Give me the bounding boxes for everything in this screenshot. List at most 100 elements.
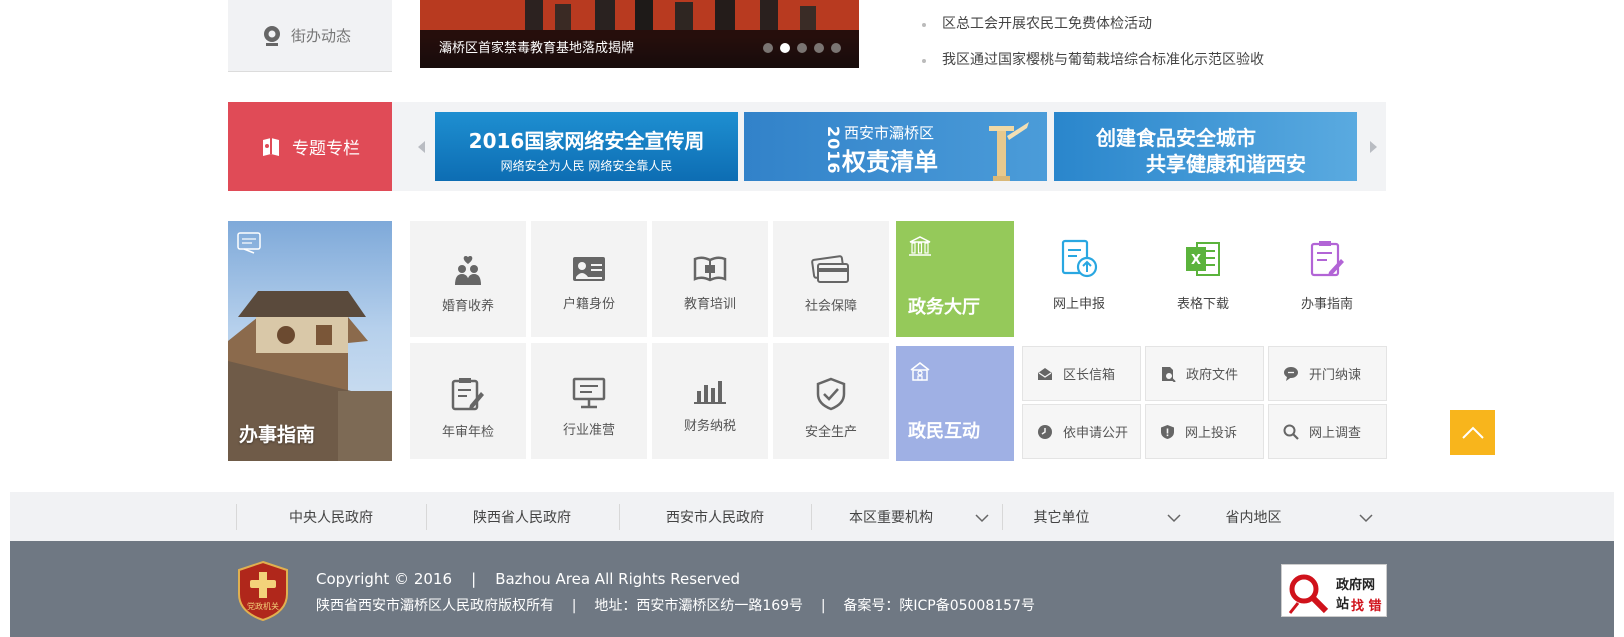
carousel-next-arrow-icon[interactable] bbox=[1370, 141, 1377, 153]
government-hall-tile[interactable]: 政务大厅 bbox=[896, 221, 1014, 337]
disclosure-on-request-link[interactable]: 依申请公开 bbox=[1022, 404, 1141, 459]
tile-household-identity[interactable]: 户籍身份 bbox=[531, 221, 647, 337]
chevron-down-icon[interactable] bbox=[975, 507, 989, 529]
footer-copyright: Copyright © 2016 | Bazhou Area All Right… bbox=[316, 570, 741, 588]
banner-title: 创建食品安全城市 bbox=[1096, 126, 1256, 150]
banner-cyber-security-week[interactable]: 2016国家网络安全宣传周 网络安全为人民 网络安全靠人民 bbox=[435, 112, 738, 181]
dropdown-district-agencies[interactable]: 本区重要机构 bbox=[811, 492, 971, 541]
emblem-text: 党政机关 bbox=[247, 601, 279, 611]
government-hall-label: 政务大厅 bbox=[908, 297, 980, 318]
tile-marriage-adoption[interactable]: 婚育收养 bbox=[410, 221, 526, 337]
news-slideshow[interactable]: 灞桥区首家禁毒教育基地落成揭牌 bbox=[420, 0, 859, 68]
open-book-icon bbox=[693, 256, 727, 282]
clipboard-edit-icon bbox=[451, 378, 484, 411]
slide-pagination bbox=[763, 43, 841, 53]
slide-image bbox=[420, 0, 859, 30]
online-survey-link[interactable]: 网上调查 bbox=[1268, 404, 1387, 459]
banner-subtitle: 网络安全为人民 网络安全靠人民 bbox=[500, 159, 673, 173]
chevron-down-icon[interactable] bbox=[1167, 507, 1181, 529]
banner-title: 2016国家网络安全宣传周 bbox=[468, 129, 705, 153]
guide-photo-panel[interactable]: 办事指南 bbox=[228, 221, 392, 461]
shield-check-icon bbox=[816, 377, 846, 411]
search-icon bbox=[1283, 424, 1299, 440]
special-column-title[interactable]: 专题专栏 bbox=[228, 102, 392, 191]
special-column-label: 专题专栏 bbox=[292, 139, 360, 159]
government-documents-link[interactable]: 政府文件 bbox=[1145, 346, 1264, 401]
envelope-icon bbox=[1038, 367, 1052, 380]
banner-year: 2016 bbox=[824, 126, 843, 175]
dropdown-other-units[interactable]: 其它单位 bbox=[1004, 492, 1119, 541]
service-form-download[interactable]: X 表格下载 bbox=[1144, 221, 1262, 337]
tile-production-safety[interactable]: 安全生产 bbox=[773, 343, 889, 459]
news-item[interactable]: 区总工会开展农民工免费体检活动 bbox=[920, 12, 1340, 48]
gov-site-error-report-badge[interactable]: 政府网站 找 错 bbox=[1281, 564, 1387, 617]
cards-icon bbox=[811, 255, 849, 283]
id-card-icon bbox=[573, 257, 605, 281]
monitor-board-icon bbox=[572, 377, 606, 409]
slide-dot[interactable] bbox=[831, 43, 841, 53]
clock-icon bbox=[1038, 424, 1052, 439]
link-central-government[interactable]: 中央人民政府 bbox=[236, 492, 426, 541]
service-label: 表格下载 bbox=[1176, 297, 1229, 312]
tile-education-training[interactable]: 教育培训 bbox=[652, 221, 768, 337]
mayor-mailbox-link[interactable]: 区长信箱 bbox=[1022, 346, 1141, 401]
small-service-label: 网上调查 bbox=[1309, 426, 1362, 441]
document-search-icon bbox=[1162, 366, 1176, 382]
tile-label: 户籍身份 bbox=[562, 297, 615, 312]
tile-label: 婚育收养 bbox=[441, 299, 494, 314]
slide-dot[interactable] bbox=[763, 43, 773, 53]
online-complaint-link[interactable]: 网上投诉 bbox=[1145, 404, 1264, 459]
tile-social-security[interactable]: 社会保障 bbox=[773, 221, 889, 337]
location-pin-icon bbox=[264, 25, 280, 46]
excel-file-icon: X bbox=[1186, 242, 1220, 276]
tile-industry-permit[interactable]: 行业准营 bbox=[531, 343, 647, 459]
small-service-label: 依申请公开 bbox=[1063, 426, 1129, 441]
building-icon bbox=[909, 236, 931, 256]
news-list: 区总工会开展农民工免费体检活动 我区通过国家樱桃与葡萄栽培综合标准化示范区验收 bbox=[920, 12, 1340, 84]
citizen-interaction-tile[interactable]: 政民互动 bbox=[896, 346, 1014, 461]
link-shaanxi-government[interactable]: 陕西省人民政府 bbox=[426, 492, 618, 541]
tile-label: 教育培训 bbox=[683, 297, 736, 312]
slide-dot-active[interactable] bbox=[780, 43, 790, 53]
banner-subtitle: 共享健康和谐西安 bbox=[1146, 152, 1306, 176]
service-guide[interactable]: 办事指南 bbox=[1268, 221, 1386, 337]
service-label: 网上申报 bbox=[1052, 297, 1105, 312]
chevron-down-icon[interactable] bbox=[1359, 507, 1373, 529]
family-icon bbox=[455, 255, 481, 285]
side-nav-item-label: 街办动态 bbox=[291, 27, 352, 45]
dropdown-province-regions[interactable]: 省内地区 bbox=[1196, 492, 1311, 541]
carousel-prev-arrow-icon[interactable] bbox=[418, 141, 425, 153]
small-service-label: 网上投诉 bbox=[1185, 426, 1238, 441]
small-service-label: 区长信箱 bbox=[1063, 368, 1116, 383]
party-government-emblem-icon[interactable]: 党政机关 bbox=[237, 560, 289, 622]
upload-document-icon bbox=[1061, 239, 1098, 278]
banner-power-list[interactable]: 2016 西安市灞桥区 权责清单 bbox=[744, 112, 1047, 181]
banner-food-safety-city[interactable]: 创建食品安全城市 共享健康和谐西安 bbox=[1054, 112, 1357, 181]
shield-alert-icon bbox=[1161, 424, 1174, 439]
tile-label: 行业准营 bbox=[562, 423, 615, 438]
tile-annual-inspection[interactable]: 年审年检 bbox=[410, 343, 526, 459]
news-item[interactable]: 我区通过国家樱桃与葡萄栽培综合标准化示范区验收 bbox=[920, 48, 1340, 84]
link-xian-government[interactable]: 西安市人民政府 bbox=[619, 492, 811, 541]
back-to-top-button[interactable] bbox=[1450, 410, 1495, 455]
book-icon bbox=[263, 137, 279, 156]
tile-label: 年审年检 bbox=[441, 425, 494, 440]
tile-finance-tax[interactable]: 财务纳税 bbox=[652, 343, 768, 459]
tile-label: 安全生产 bbox=[804, 425, 857, 440]
slide-dot[interactable] bbox=[797, 43, 807, 53]
tile-label: 社会保障 bbox=[804, 299, 857, 314]
chevron-up-icon bbox=[1461, 426, 1484, 439]
clipboard-pen-icon bbox=[1310, 241, 1344, 277]
side-nav-item-street-news[interactable]: 街办动态 bbox=[228, 0, 392, 72]
slide-dot[interactable] bbox=[814, 43, 824, 53]
slide-caption[interactable]: 灞桥区首家禁毒教育基地落成揭牌 bbox=[439, 37, 634, 56]
huabiao-pillar-icon bbox=[989, 122, 1029, 181]
banner-subtitle: 西安市灞桥区 bbox=[844, 124, 935, 142]
bar-chart-icon bbox=[694, 381, 726, 404]
banner-title: 权责清单 bbox=[842, 148, 938, 176]
citizen-interaction-label: 政民互动 bbox=[908, 421, 980, 442]
service-online-declare[interactable]: 网上申报 bbox=[1020, 221, 1138, 337]
tile-label: 财务纳税 bbox=[683, 419, 736, 434]
magnifier-icon bbox=[1286, 569, 1334, 615]
open-suggestions-link[interactable]: 开门纳谏 bbox=[1268, 346, 1387, 401]
